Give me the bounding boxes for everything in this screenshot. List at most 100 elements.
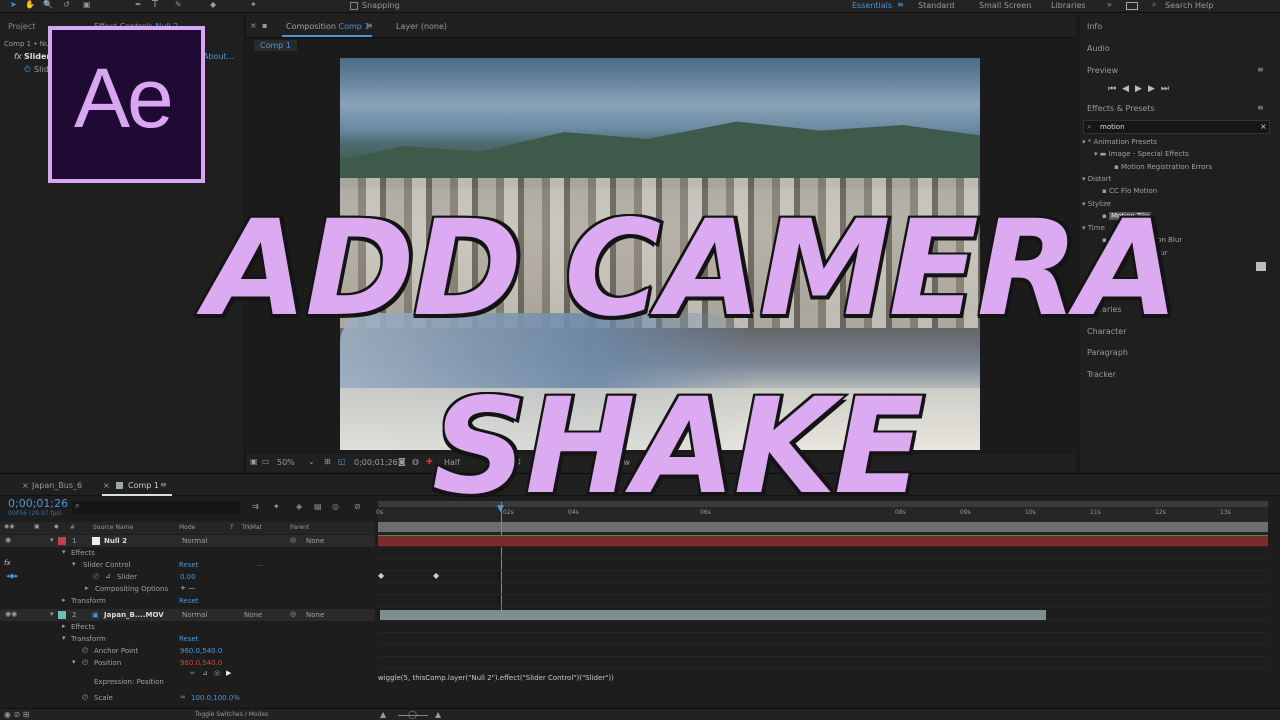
keyframe-nav-icon[interactable]: ◂◆▸ — [6, 572, 18, 580]
slider-value[interactable]: 0.00 — [180, 573, 196, 581]
safe-areas-icon[interactable]: ⊞ — [324, 457, 331, 466]
col-trkmat[interactable]: TrkMat — [242, 524, 262, 531]
motion-blur-icon[interactable]: ◎ — [332, 502, 339, 511]
twirl-down-icon[interactable]: ▾ — [50, 610, 54, 618]
stopwatch-icon[interactable]: ◴ — [82, 658, 88, 666]
composition-menu-icon[interactable]: ≡ — [366, 21, 373, 30]
effects-row[interactable]: ▾ Effects — [0, 547, 375, 559]
twirl-right-icon[interactable]: ▸ — [62, 596, 66, 604]
twirl-down-icon[interactable]: ▾ — [72, 658, 76, 666]
visibility-eye-icon[interactable]: ◉◉ — [5, 610, 17, 618]
workspace-small-screen[interactable]: Small Screen — [979, 1, 1031, 10]
slider-row[interactable]: ◂◆▸ ◴ ⊿ Slider 0.00 — [0, 571, 375, 583]
parent-pickwhip-icon[interactable]: ◎ — [290, 610, 296, 618]
col-parent[interactable]: Parent — [290, 524, 309, 531]
panel-effects-presets[interactable]: Effects & Presets — [1087, 104, 1155, 113]
pen-tool-icon[interactable]: ✒ — [135, 0, 142, 9]
hand-tool-icon[interactable]: ✋ — [25, 0, 35, 9]
compositing-value[interactable]: + — — [180, 584, 195, 592]
puppet-tool-icon[interactable]: ✦ — [250, 0, 257, 9]
scale-value[interactable]: 100.0,100.0% — [191, 694, 240, 702]
footer-icons[interactable]: ◉ ⊘ ⊞ — [4, 710, 29, 719]
workspace-standard[interactable]: Standard — [918, 1, 954, 10]
layer-row-2[interactable]: ◉◉ ▾ 2 ▣ Japan_B....MOV Normal None ◎ No… — [0, 609, 375, 621]
stopwatch-icon[interactable]: ◴ — [93, 572, 99, 580]
tab-layer[interactable]: Layer (none) — [396, 22, 447, 31]
label-color[interactable] — [58, 611, 66, 619]
effect-about-link[interactable]: About... — [203, 52, 234, 61]
track-layer1[interactable] — [378, 535, 1268, 547]
track-layer2[interactable] — [378, 609, 1268, 621]
clear-search-icon[interactable]: × — [1260, 122, 1267, 131]
parent-pickwhip-icon[interactable]: ◎ — [290, 536, 296, 544]
trkmat-dropdown[interactable]: None — [244, 611, 262, 619]
visibility-eye-icon[interactable]: ◉ — [5, 536, 11, 544]
mode-dropdown[interactable]: Normal — [182, 611, 207, 619]
effects2-row[interactable]: ▸ Effects — [0, 621, 375, 633]
effect-sub-stopwatch-icon[interactable]: ◴ — [24, 64, 31, 73]
compositing-row[interactable]: ▸ Compositing Options + — — [0, 583, 375, 595]
twirl-down-icon[interactable]: ▾ — [62, 634, 66, 642]
frame-blending-icon[interactable]: ▤ — [314, 502, 322, 511]
effects-menu-icon[interactable]: ≡ — [1257, 103, 1264, 112]
slider-control-row[interactable]: fx ▾ Slider Control Reset ... — [0, 559, 375, 571]
stopwatch-icon[interactable]: ◴ — [82, 693, 88, 701]
tree-item-animation-presets[interactable]: ▾ * Animation Presets — [1082, 138, 1157, 146]
eraser-tool-icon[interactable]: ◆ — [210, 0, 216, 9]
timeline-search-input[interactable]: ⌕ — [72, 501, 240, 514]
tab-composition[interactable]: Composition Comp 1 — [286, 22, 370, 31]
label-color[interactable] — [58, 537, 66, 545]
show-snapshot-icon[interactable]: ◍ — [412, 457, 419, 466]
effect-name[interactable]: Slider — [24, 52, 50, 61]
sync-icon[interactable] — [1126, 2, 1138, 10]
layer-name[interactable]: Japan_B....MOV — [104, 611, 164, 619]
workspace-menu-icon[interactable]: ≡ — [897, 0, 904, 9]
slider-control-dots[interactable]: ... — [257, 560, 264, 568]
layer2-duration-bar[interactable] — [380, 610, 1046, 620]
camera-tool-icon[interactable]: ▣ — [83, 0, 91, 9]
snapshot-icon[interactable]: ◙ — [398, 457, 406, 466]
transform2-reset[interactable]: Reset — [179, 635, 199, 643]
anchor-point-row[interactable]: ◴ Anchor Point 960.0,540.0 — [0, 645, 375, 657]
comp-breadcrumb-tab[interactable]: Comp 1 — [254, 40, 297, 51]
workspace-essentials[interactable]: Essentials — [852, 1, 892, 10]
selection-tool-icon[interactable]: ➤ — [10, 0, 17, 9]
panel-paragraph[interactable]: Paragraph — [1087, 348, 1128, 357]
zoom-slider-handle-icon[interactable]: ◯ — [408, 710, 417, 719]
close-tab-icon[interactable]: × — [22, 481, 29, 490]
twirl-down-icon[interactable]: ▾ — [50, 536, 54, 544]
shy-layers-icon[interactable]: ◈ — [296, 502, 302, 511]
fx-icon[interactable]: fx — [4, 559, 11, 567]
panel-preview[interactable]: Preview — [1087, 66, 1118, 75]
lock-icon[interactable]: ▪ — [262, 21, 267, 30]
tree-item-image-special-effects[interactable]: ▾ ▬ Image - Special Effects — [1094, 150, 1189, 158]
col-mode[interactable]: Mode — [179, 524, 195, 531]
twirl-down-icon[interactable]: ▾ — [72, 560, 76, 568]
close-tab-icon[interactable]: × — [103, 481, 110, 490]
label-column-icon[interactable]: ◆ — [54, 523, 59, 530]
slider-control-reset[interactable]: Reset — [179, 561, 199, 569]
zoom-in-icon[interactable]: ▲ — [435, 710, 441, 719]
zoom-dropdown[interactable]: 50% — [277, 458, 295, 467]
first-frame-icon[interactable]: ⏮ — [1108, 84, 1122, 94]
timeline-timecode[interactable]: 0;00;01;26 — [8, 497, 68, 510]
timeline-tab-bus[interactable]: Japan_Bus_6 — [32, 481, 82, 490]
parent-dropdown[interactable]: None — [306, 537, 324, 545]
last-frame-icon[interactable]: ⏭ — [1161, 84, 1175, 94]
keyframe-diamond[interactable]: ◆ — [378, 571, 384, 580]
timeline-menu-icon[interactable]: ≡ — [160, 480, 167, 489]
prev-frame-icon[interactable]: ◀ — [1122, 84, 1135, 94]
layer-row-1[interactable]: ◉ ▾ 1 Null 2 Normal ◎ None — [0, 535, 375, 547]
graph-icon[interactable]: ⊿ — [105, 572, 111, 580]
play-icon[interactable]: ▶ — [1135, 84, 1148, 94]
search-help-input[interactable]: Search Help — [1165, 1, 1213, 10]
timeline-tab-comp[interactable]: Comp 1 — [128, 481, 159, 490]
transform2-row[interactable]: ▾ Transform Reset — [0, 633, 375, 645]
expression-row[interactable]: Expression: Position — [0, 676, 375, 688]
monitor-icon[interactable]: ▭ — [262, 457, 270, 466]
tab-project[interactable]: Project — [8, 22, 35, 31]
brush-tool-icon[interactable]: ✎ — [175, 0, 182, 9]
snapping-checkbox[interactable] — [350, 2, 358, 10]
scale-row[interactable]: ◴ Scale ∞ 100.0,100.0% — [0, 692, 375, 704]
twirl-down-icon[interactable]: ▾ — [62, 548, 66, 556]
